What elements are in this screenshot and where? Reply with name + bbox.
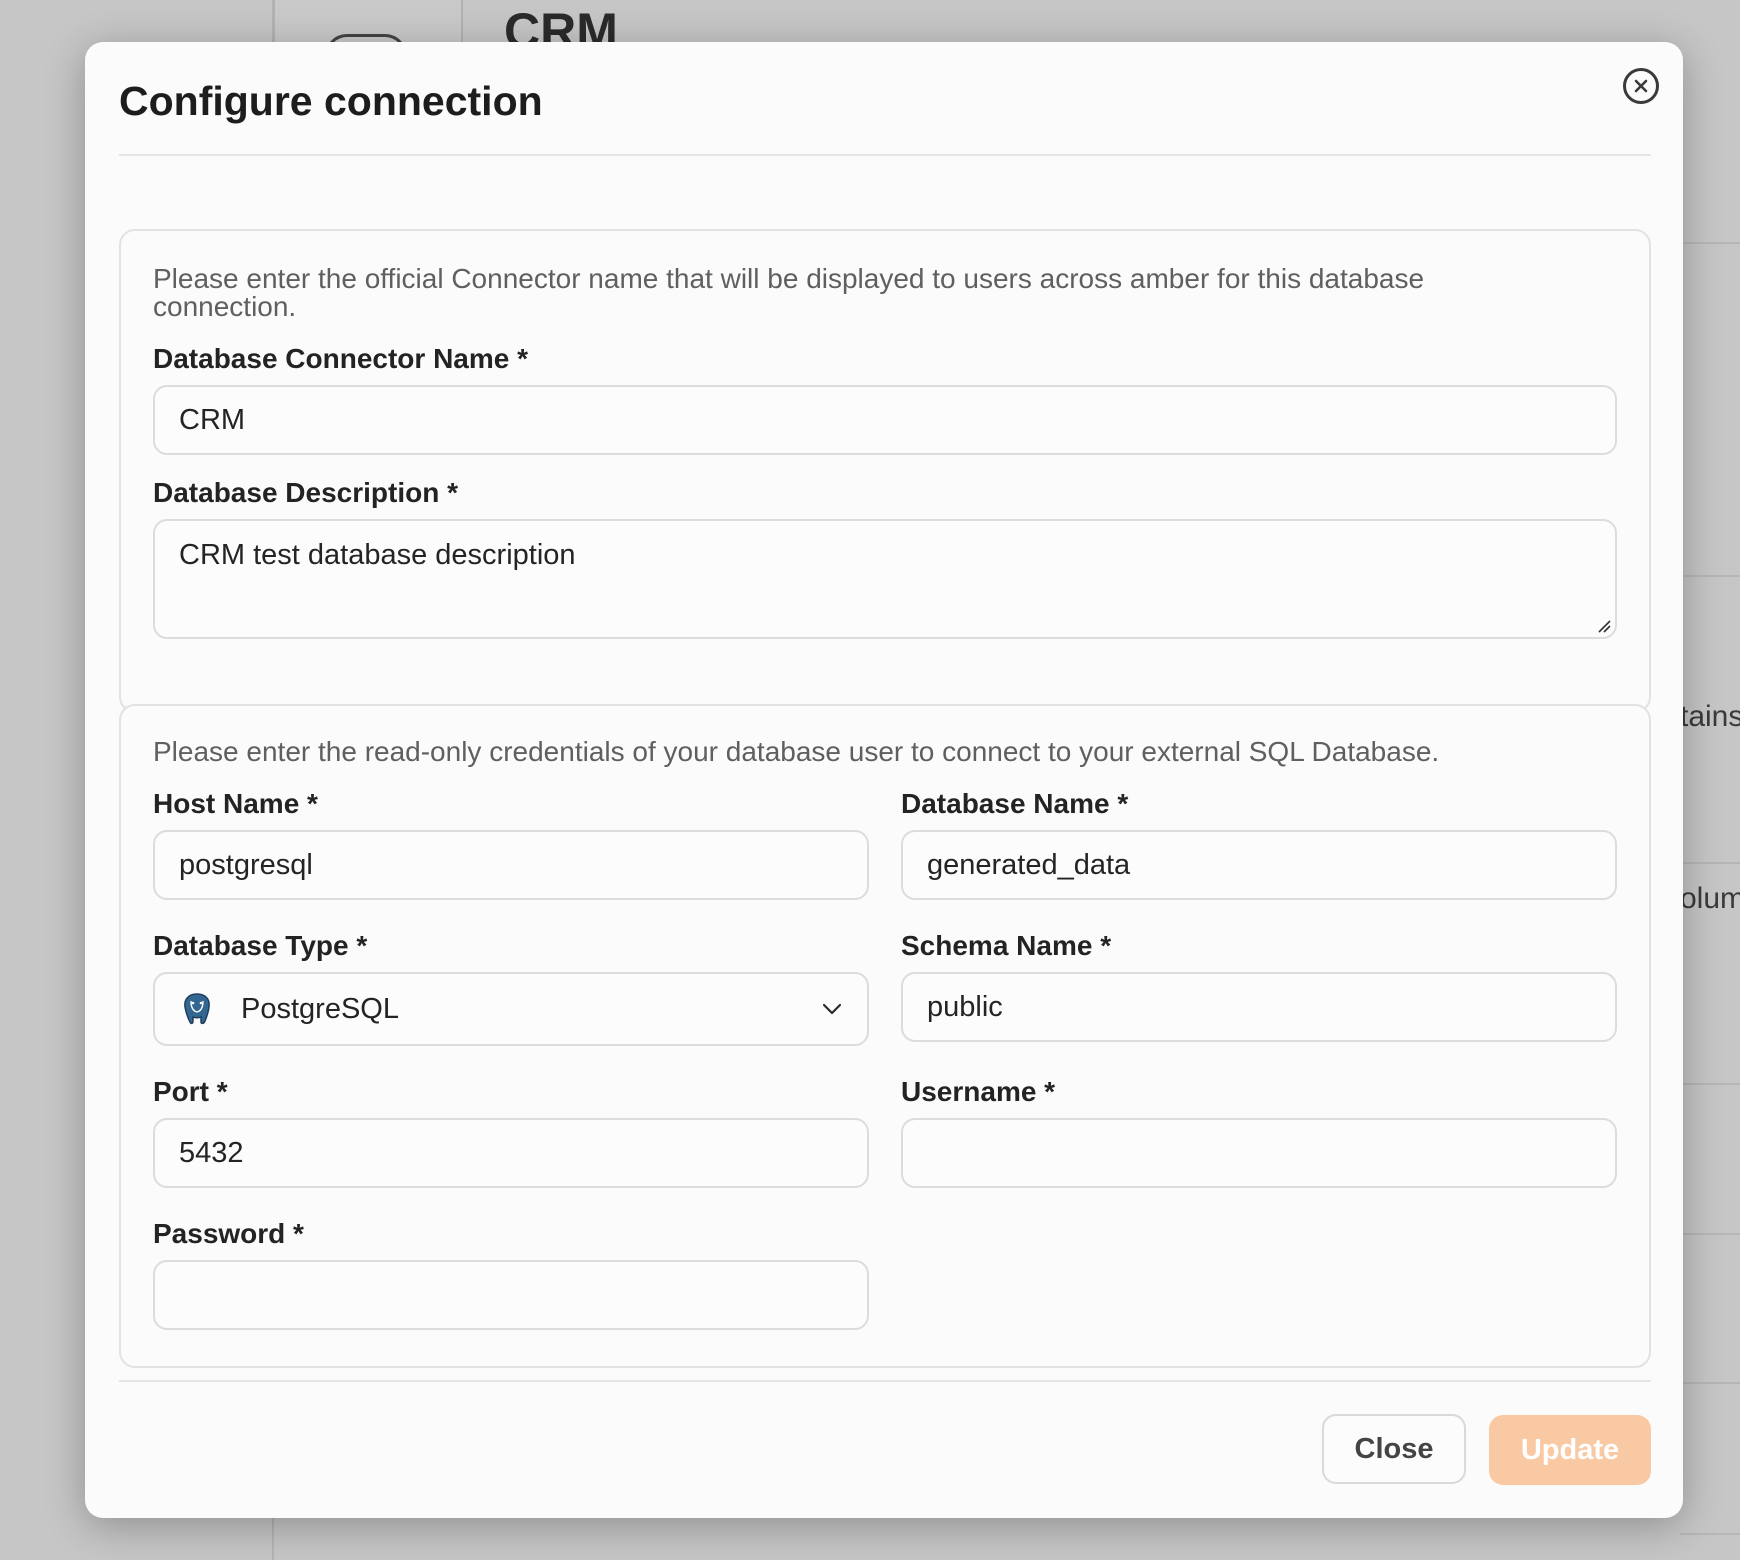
database-description-textarea[interactable]: CRM test database description (153, 519, 1617, 639)
database-type-value: PostgreSQL (241, 992, 399, 1025)
configure-connection-dialog: Configure connection Please enter the of… (85, 42, 1683, 1518)
close-icon[interactable] (1623, 68, 1659, 104)
connector-info-section: Please enter the official Connector name… (119, 229, 1651, 713)
port-input[interactable]: 5432 (153, 1118, 869, 1188)
connector-name-input[interactable]: CRM (153, 385, 1617, 455)
database-type-label: Database Type * (153, 930, 368, 961)
background-divider (1680, 242, 1740, 244)
host-name-input[interactable]: postgresql (153, 830, 869, 900)
password-input[interactable] (153, 1260, 869, 1330)
database-name-input[interactable]: generated_data (901, 830, 1617, 900)
database-name-label: Database Name * (901, 788, 1129, 819)
background-text-fragment: olum (1680, 882, 1740, 915)
background-divider (1680, 575, 1740, 577)
database-description-label: Database Description * (153, 477, 458, 508)
database-description-value: CRM test database description (179, 539, 576, 571)
header-divider (119, 154, 1651, 156)
database-type-select[interactable]: PostgreSQL (153, 972, 869, 1046)
close-button[interactable]: Close (1322, 1414, 1466, 1484)
background-divider (1680, 1382, 1740, 1384)
port-label: Port * (153, 1076, 228, 1107)
postgresql-elephant-icon (184, 993, 210, 1025)
resize-handle-icon[interactable] (1595, 617, 1611, 633)
username-input[interactable] (901, 1118, 1617, 1188)
credentials-hint-text: Please enter the read-only credentials o… (153, 736, 1440, 767)
update-button[interactable]: Update (1489, 1415, 1651, 1485)
credentials-section: Please enter the read-only credentials o… (119, 704, 1651, 1368)
password-label: Password * (153, 1218, 304, 1249)
background-divider (1680, 1083, 1740, 1085)
dialog-title: Configure connection (119, 78, 543, 124)
footer-divider (119, 1380, 1651, 1382)
schema-name-input[interactable]: public (901, 972, 1617, 1042)
connector-hint-text: Please enter the official Connector name… (153, 263, 1425, 322)
schema-name-label: Schema Name * (901, 930, 1112, 961)
background-divider (1680, 1233, 1740, 1235)
background-text-fragment: tains (1680, 700, 1740, 733)
background-divider (1680, 862, 1740, 864)
chevron-down-icon (822, 1003, 842, 1015)
host-name-label: Host Name * (153, 788, 318, 819)
connector-name-label: Database Connector Name * (153, 343, 529, 374)
username-label: Username * (901, 1076, 1056, 1107)
background-divider (1680, 1533, 1740, 1535)
